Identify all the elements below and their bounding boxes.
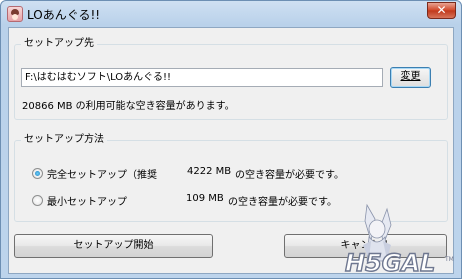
- installer-window: LOあんぐる!! ✕ セットアップ先 F:\はむはむソフト\LOあんぐる!! 変…: [0, 0, 462, 279]
- setup-method-title: セットアップ方法: [21, 134, 107, 146]
- title-bar[interactable]: LOあんぐる!! ✕: [1, 1, 461, 27]
- change-path-label: 変更: [400, 71, 421, 82]
- start-setup-button[interactable]: セットアップ開始: [14, 234, 213, 258]
- app-icon: [7, 6, 23, 22]
- minimal-setup-size: 109 MB: [186, 193, 224, 204]
- minimal-setup-label[interactable]: 最小セットアップ: [47, 193, 127, 208]
- window-title: LOあんぐる!!: [27, 8, 101, 22]
- full-setup-size: 4222 MB: [187, 166, 232, 177]
- cancel-label: キャンセル: [340, 240, 391, 251]
- close-button[interactable]: ✕: [427, 2, 456, 19]
- setup-destination-title: セットアップ先: [21, 38, 97, 50]
- full-setup-radio[interactable]: [32, 168, 43, 179]
- free-space-text: 20866 MB の利用可能な空き容量があります。: [22, 101, 235, 112]
- full-setup-requirement: の空き容量が必要です。: [235, 170, 344, 181]
- start-setup-label: セットアップ開始: [73, 240, 154, 251]
- close-icon: ✕: [436, 3, 447, 17]
- setup-method-group: セットアップ方法: [14, 134, 448, 222]
- minimal-setup-requirement: の空き容量が必要です。: [228, 197, 337, 208]
- full-setup-label[interactable]: 完全セットアップ（推奨: [47, 166, 157, 181]
- minimal-setup-radio[interactable]: [32, 195, 43, 206]
- cancel-button[interactable]: キャンセル: [284, 234, 447, 258]
- dialog-body: セットアップ先 F:\はむはむソフト\LOあんぐる!! 変更 20866 MB …: [8, 27, 454, 274]
- change-path-button[interactable]: 変更: [390, 67, 431, 88]
- install-path-field[interactable]: F:\はむはむソフト\LOあんぐる!!: [21, 68, 383, 87]
